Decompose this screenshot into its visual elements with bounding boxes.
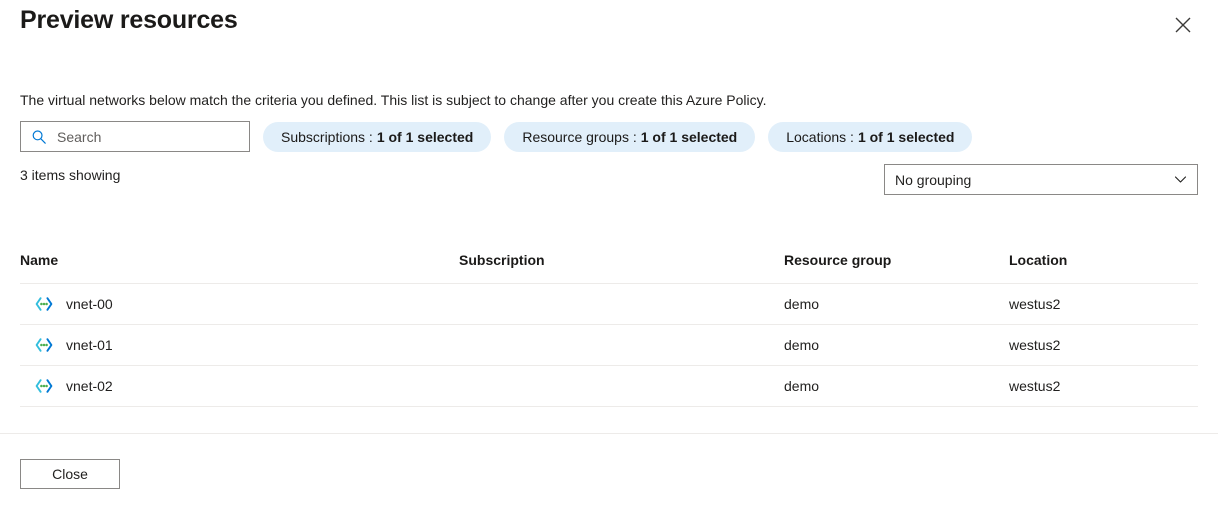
- cell-location: westus2: [1009, 296, 1061, 312]
- filter-pill-locations-label: Locations :: [786, 128, 854, 145]
- close-button[interactable]: Close: [20, 459, 120, 489]
- filter-pill-resource-groups-value: 1 of 1 selected: [640, 128, 738, 145]
- items-showing-count: 3 items showing: [20, 167, 121, 183]
- search-input[interactable]: [57, 128, 241, 145]
- close-panel-button[interactable]: [1168, 10, 1198, 40]
- resource-name-link[interactable]: vnet-00: [66, 296, 113, 312]
- column-header-resource-group[interactable]: Resource group: [784, 250, 1009, 268]
- filter-pill-subscriptions-value: 1 of 1 selected: [376, 128, 474, 145]
- filter-pill-locations[interactable]: Locations : 1 of 1 selected: [768, 121, 973, 152]
- cell-location: westus2: [1009, 378, 1061, 394]
- virtual-network-icon: [34, 294, 54, 314]
- column-header-subscription[interactable]: Subscription: [459, 250, 784, 268]
- filter-row: Subscriptions : 1 of 1 selected Resource…: [20, 121, 973, 152]
- virtual-network-icon: [34, 335, 54, 355]
- description-text: The virtual networks below match the cri…: [20, 92, 767, 108]
- cell-resource-group: demo: [784, 337, 820, 353]
- cell-name: vnet-00: [20, 294, 459, 314]
- table-row[interactable]: vnet-01 demo westus2: [20, 325, 1198, 366]
- filter-pill-subscriptions-label: Subscriptions :: [281, 128, 373, 145]
- table-row[interactable]: vnet-00 demo westus2: [20, 284, 1198, 325]
- cell-resource-group: demo: [784, 296, 820, 312]
- table-row[interactable]: vnet-02 demo westus2: [20, 366, 1198, 407]
- resource-name-link[interactable]: vnet-01: [66, 337, 113, 353]
- grouping-dropdown[interactable]: No grouping: [884, 164, 1198, 195]
- virtual-network-icon: [34, 376, 54, 396]
- cell-resource-group: demo: [784, 378, 820, 394]
- cell-name: vnet-02: [20, 376, 459, 396]
- grouping-dropdown-value: No grouping: [895, 171, 972, 188]
- cell-name: vnet-01: [20, 335, 459, 355]
- page-title: Preview resources: [20, 6, 238, 34]
- search-icon: [29, 127, 49, 147]
- close-icon: [1175, 17, 1191, 33]
- table-header-row: Name Subscription Resource group Locatio…: [20, 250, 1198, 284]
- resource-name-link[interactable]: vnet-02: [66, 378, 113, 394]
- column-header-name[interactable]: Name: [20, 250, 459, 268]
- filter-pill-subscriptions[interactable]: Subscriptions : 1 of 1 selected: [263, 121, 492, 152]
- chevron-down-icon: [1173, 173, 1187, 187]
- filter-pill-locations-value: 1 of 1 selected: [857, 128, 955, 145]
- cell-location: westus2: [1009, 337, 1061, 353]
- search-box[interactable]: [20, 121, 250, 152]
- column-header-location[interactable]: Location: [1009, 250, 1198, 268]
- footer-divider: [0, 433, 1218, 434]
- filter-pill-resource-groups-label: Resource groups :: [522, 128, 637, 145]
- filter-pill-resource-groups[interactable]: Resource groups : 1 of 1 selected: [504, 121, 756, 152]
- panel-header: Preview resources: [0, 0, 1218, 58]
- resources-table: Name Subscription Resource group Locatio…: [20, 250, 1198, 407]
